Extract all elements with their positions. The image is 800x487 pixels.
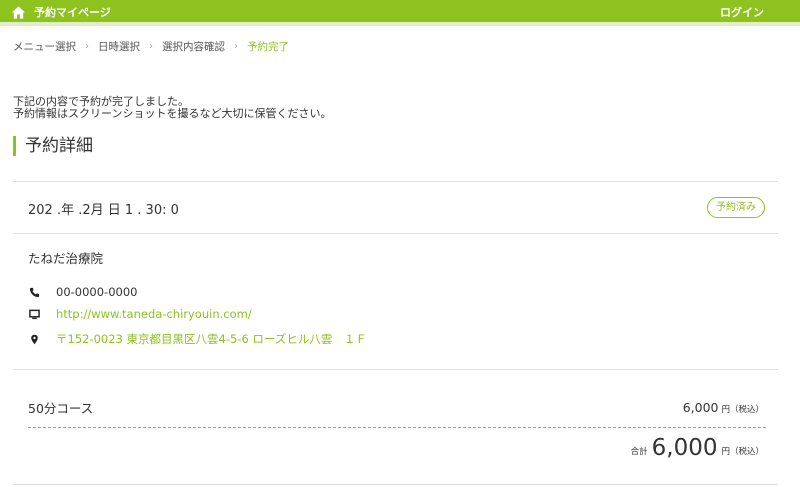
breadcrumb-separator: › (234, 40, 238, 52)
clinic-website-link[interactable]: http://www.taneda-chiryouin.com/ (56, 307, 252, 321)
course-price: 6,000 円（税込） (683, 400, 764, 415)
total-label: 合計 (630, 447, 648, 457)
clinic-website-row: http://www.taneda-chiryouin.com/ (28, 306, 252, 322)
clinic-address-link[interactable]: 〒152-0023 東京都目黒区八雲4-5-6 ローズヒル八雲 １Ｆ (56, 331, 367, 347)
breadcrumb-item-complete: 予約完了 (247, 40, 289, 53)
divider (13, 369, 778, 370)
total-value: 6,000 (651, 435, 718, 461)
home-icon (11, 5, 26, 19)
total-unit: 円（税込） (721, 447, 764, 457)
login-button[interactable]: ログイン (720, 4, 764, 20)
course-price-unit: 円（税込） (721, 405, 764, 415)
course-name: 50分コース (28, 401, 94, 416)
reservation-datetime: 202 .年 .2月 日 1 . 30: 0 (28, 203, 179, 218)
top-nav-bar: 予約マイページ ログイン (0, 0, 800, 26)
total-price: 合計 6,000 円（税込） (631, 433, 764, 461)
breadcrumb-item-menu: メニュー選択 (13, 40, 76, 53)
divider (13, 181, 778, 182)
map-pin-icon (28, 333, 40, 345)
completion-message: 下記の内容で予約が完了しました。 予約情報はスクリーンショットを撮るなど大切に保… (13, 96, 331, 120)
status-badge: 予約済み (707, 197, 765, 218)
breadcrumb-item-datetime: 日時選択 (98, 40, 140, 53)
breadcrumb-item-confirm: 選択内容確認 (162, 40, 225, 53)
breadcrumb-separator: › (149, 40, 153, 52)
clinic-phone-row: 00-0000-0000 (28, 284, 137, 300)
completion-message-line2: 予約情報はスクリーンショットを撮るなど大切に保管ください。 (13, 107, 332, 120)
home-link[interactable]: 予約マイページ (11, 3, 111, 21)
section-title: 予約詳細 (13, 136, 93, 156)
monitor-icon (28, 308, 40, 320)
breadcrumb: メニュー選択 › 日時選択 › 選択内容確認 › 予約完了 (13, 38, 289, 54)
home-label: 予約マイページ (34, 6, 111, 19)
phone-icon (28, 286, 40, 298)
divider (13, 484, 778, 485)
clinic-phone: 00-0000-0000 (56, 285, 138, 299)
breadcrumb-separator: › (85, 40, 89, 52)
clinic-address-row: 〒152-0023 東京都目黒区八雲4-5-6 ローズヒル八雲 １Ｆ (28, 331, 367, 347)
price-divider (28, 427, 766, 428)
course-price-value: 6,000 (682, 400, 719, 415)
clinic-name: たねだ治療院 (28, 251, 104, 266)
divider (13, 233, 778, 234)
